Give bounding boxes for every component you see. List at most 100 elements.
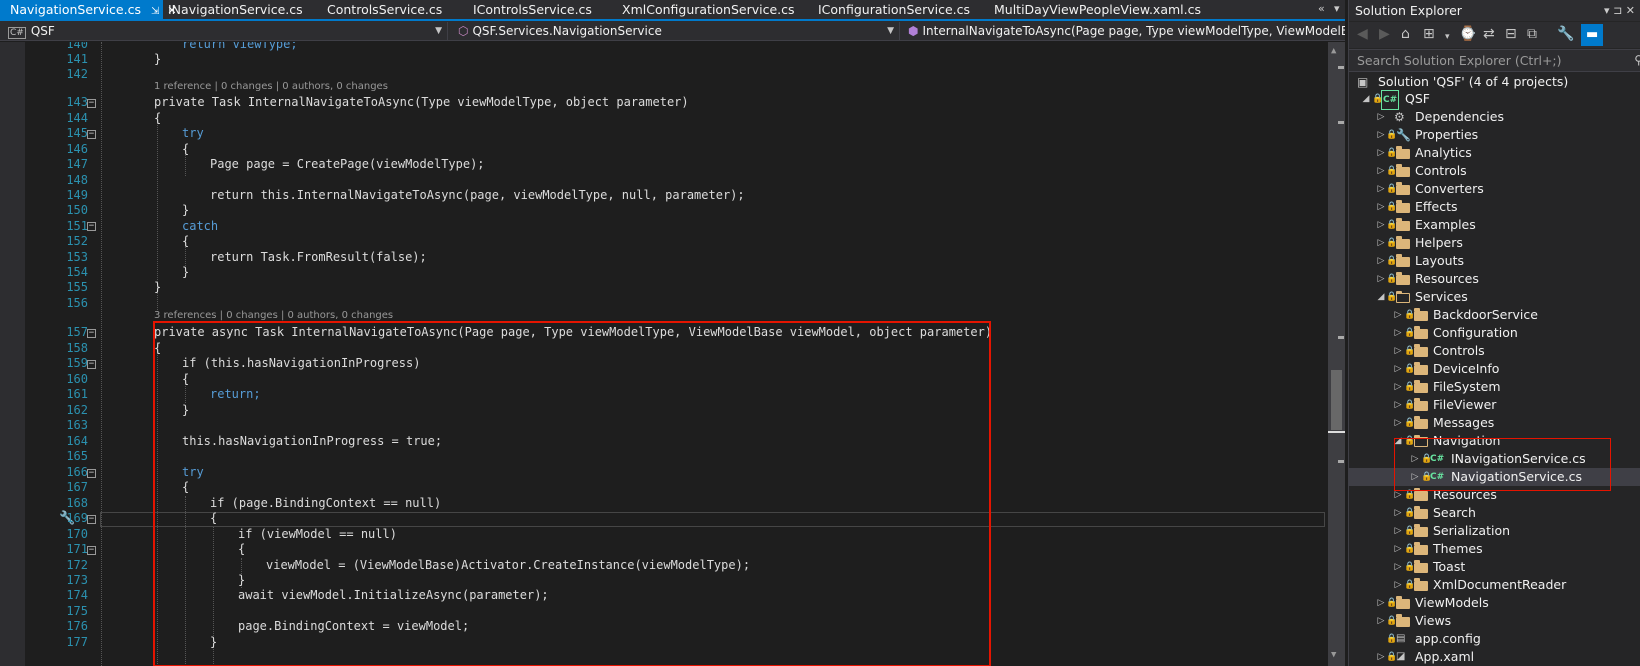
collapsed-arrow-icon[interactable]: ▷ [1393,324,1403,342]
codelens-info[interactable]: 3 references | 0 changes | 0 authors, 0 … [154,310,393,321]
sync-icon[interactable]: ⇄ [1483,27,1495,41]
tab-controlsservice[interactable]: ControlsService.cs [317,0,442,19]
tree-item[interactable]: ▷ 🔒 ◪ App.xaml [1349,648,1640,666]
tree-item[interactable]: ▷ 🔒 Converters [1349,180,1640,198]
collapsed-arrow-icon[interactable]: ▷ [1393,558,1403,576]
fold-toggle[interactable]: − [87,130,96,139]
tab-menu-icon[interactable]: ▾ [1334,2,1340,15]
collapsed-arrow-icon[interactable]: ▷ [1376,162,1386,180]
pending-changes-icon[interactable]: ⌚ [1459,27,1476,41]
tree-item[interactable]: ▷ 🔒 Analytics [1349,144,1640,162]
panel-window-buttons[interactable]: ▾ ⊐ ✕ [1604,0,1635,21]
code-line: Page page = CreatePage(viewModelType); [210,157,485,171]
tree-item[interactable]: ▷ 🔒 Views [1349,612,1640,630]
tree-item[interactable]: ▷ 🔒 Controls [1349,342,1640,360]
collapsed-arrow-icon[interactable]: ▷ [1393,576,1403,594]
collapsed-arrow-icon[interactable]: ▷ [1376,594,1386,612]
code-editor[interactable]: 🔧 140 141 142 143 144 145 146 147 148 14… [0,42,1345,666]
tree-item[interactable]: ▷ 🔒 Examples [1349,216,1640,234]
fold-toggle[interactable]: − [87,329,96,338]
properties-icon[interactable]: 🔧 [1557,27,1574,41]
home-icon[interactable]: ⌂ [1401,27,1410,41]
project-dropdown[interactable]: C# QSF ▼ [8,22,448,40]
collapsed-arrow-icon[interactable]: ▷ [1393,504,1403,522]
collapsed-arrow-icon[interactable]: ▷ [1376,198,1386,216]
collapsed-arrow-icon[interactable]: ▷ [1376,108,1386,126]
tree-item[interactable]: ▷ 🔒 Helpers [1349,234,1640,252]
expanded-arrow-icon[interactable]: ◢ [1361,90,1371,108]
solution-explorer-search[interactable]: Search Solution Explorer (Ctrl+;) ⚲ [1349,49,1640,72]
preview-selected-items-button[interactable]: ▬ [1581,24,1603,46]
collapsed-arrow-icon[interactable]: ▷ [1376,144,1386,162]
dropdown-icon[interactable]: ▾ [1445,30,1450,44]
collapsed-arrow-icon[interactable]: ▷ [1376,216,1386,234]
collapsed-arrow-icon[interactable]: ▷ [1376,648,1386,666]
tree-item[interactable]: 🔒 ▤ app.config [1349,630,1640,648]
tree-item[interactable]: ▷ 🔒 Search [1349,504,1640,522]
collapsed-arrow-icon[interactable]: ▷ [1393,540,1403,558]
switch-views-icon[interactable]: ⊞ [1423,27,1435,41]
codelens-info[interactable]: 1 reference | 0 changes | 0 authors, 0 c… [154,81,388,92]
tree-item[interactable]: ▷ 🔒 FileSystem [1349,378,1640,396]
scrollbar-thumb[interactable] [1331,370,1342,430]
collapsed-arrow-icon[interactable]: ▷ [1393,522,1403,540]
back-icon[interactable]: ◀ [1357,27,1368,41]
expanded-arrow-icon[interactable]: ◢ [1376,288,1386,306]
tree-item[interactable]: ▷ 🔒 Effects [1349,198,1640,216]
tab-overflow-icon[interactable]: « [1318,2,1325,15]
scroll-up-icon[interactable]: ▲ [1331,46,1336,56]
fold-toggle[interactable]: − [87,546,96,555]
collapsed-arrow-icon[interactable]: ▷ [1376,234,1386,252]
line-number: 165 [66,449,88,463]
fold-toggle[interactable]: − [87,360,96,369]
vertical-scrollbar[interactable]: ▲ ▼ [1328,42,1345,666]
tab-navigationservice[interactable]: NavigationService.cs ⇲ ✕ [0,0,177,19]
tree-item[interactable]: ▷ 🔒 Toast [1349,558,1640,576]
tree-item[interactable]: ▷ 🔒 XmlDocumentReader [1349,576,1640,594]
collapsed-arrow-icon[interactable]: ▷ [1393,360,1403,378]
tab-multidayviewpeopleview[interactable]: MultiDayViewPeopleView.xaml.cs [984,0,1201,19]
member-dropdown[interactable]: ⬢ InternalNavigateToAsync(Page page, Type… [908,22,1345,40]
search-input[interactable]: Search Solution Explorer (Ctrl+;) [1357,53,1562,68]
collapsed-arrow-icon[interactable]: ▷ [1393,306,1403,324]
collapsed-arrow-icon[interactable]: ▷ [1376,180,1386,198]
tree-item[interactable]: ▷ 🔒 Serialization [1349,522,1640,540]
collapsed-arrow-icon[interactable]: ▷ [1376,612,1386,630]
collapsed-arrow-icon[interactable]: ▷ [1393,378,1403,396]
tree-item[interactable]: ▷ 🔒 Configuration [1349,324,1640,342]
scroll-down-icon[interactable]: ▼ [1331,650,1336,660]
search-icon[interactable]: ⚲ [1634,53,1640,67]
collapsed-arrow-icon[interactable]: ▷ [1376,252,1386,270]
tree-solution[interactable]: ▣ Solution 'QSF' (4 of 4 projects) [1349,73,1640,91]
tree-item[interactable]: ▷ 🔒 Layouts [1349,252,1640,270]
collapsed-arrow-icon[interactable]: ▷ [1393,342,1403,360]
tab-icontrolsservice[interactable]: IControlsService.cs [463,0,592,19]
tab-xmlconfigurationservice[interactable]: XmlConfigurationService.cs [612,0,795,19]
tree-item[interactable]: ▷ 🔒 ViewModels [1349,594,1640,612]
tree-item[interactable]: ▷ 🔒 BackdoorService [1349,306,1640,324]
fold-toggle[interactable]: − [87,222,96,231]
tree-project-qsf[interactable]: ◢ 🔒 C# QSF [1349,90,1640,110]
collapsed-arrow-icon[interactable]: ▷ [1393,396,1403,414]
tree-item[interactable]: ▷ 🔒 Messages [1349,414,1640,432]
fold-toggle[interactable]: − [87,515,96,524]
show-all-files-icon[interactable]: ⧉ [1527,27,1537,41]
tab-iconfigurationservice[interactable]: IConfigurationService.cs [808,0,970,19]
tree-item[interactable]: ◢ 🔒 Services [1349,288,1640,306]
collapsed-arrow-icon[interactable]: ▷ [1393,414,1403,432]
type-dropdown[interactable]: ⬡ QSF.Services.NavigationService ▼ [458,22,900,40]
fold-toggle[interactable]: − [87,469,96,478]
tree-item[interactable]: ▷ 🔒 🔧 Properties [1349,126,1640,144]
tree-item[interactable]: ▷ 🔒 FileViewer [1349,396,1640,414]
forward-icon[interactable]: ▶ [1379,27,1390,41]
tree-item[interactable]: ▷ ⚙ Dependencies [1349,108,1640,126]
tab-inavigationservice[interactable]: INavigationService.cs [158,0,303,19]
tree-item[interactable]: ▷ 🔒 DeviceInfo [1349,360,1640,378]
tree-item[interactable]: ▷ 🔒 Controls [1349,162,1640,180]
tree-item[interactable]: ▷ 🔒 Themes [1349,540,1640,558]
collapsed-arrow-icon[interactable]: ▷ [1376,270,1386,288]
collapse-all-icon[interactable]: ⊟ [1505,27,1517,41]
fold-toggle[interactable]: − [87,99,96,108]
collapsed-arrow-icon[interactable]: ▷ [1376,126,1386,144]
tree-item[interactable]: ▷ 🔒 Resources [1349,270,1640,288]
